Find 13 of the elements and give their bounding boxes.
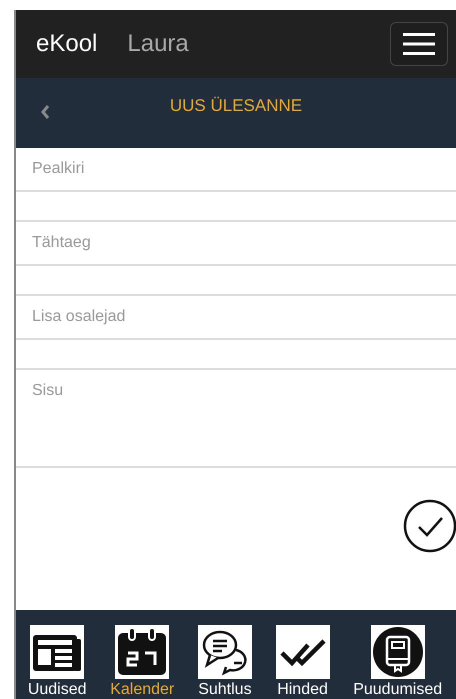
nav-tab[interactable]: Hinded [276, 625, 330, 699]
page-title: UUS ÜLESANNE [168, 96, 304, 116]
submit-button[interactable] [402, 498, 456, 554]
back-icon[interactable] [40, 104, 50, 120]
user-name: Laura [127, 30, 190, 58]
menu-button[interactable] [390, 22, 448, 66]
brand-logo[interactable]: eKool [36, 30, 98, 58]
nav-tab[interactable]: Suhtlus [198, 625, 252, 699]
nav-tab[interactable]: Uudised [28, 625, 87, 699]
menu-icon [403, 33, 435, 55]
nav-tab[interactable]: Puudumised [353, 625, 442, 699]
nav-tab[interactable]: Kalender [110, 625, 174, 699]
book-icon [370, 625, 425, 679]
